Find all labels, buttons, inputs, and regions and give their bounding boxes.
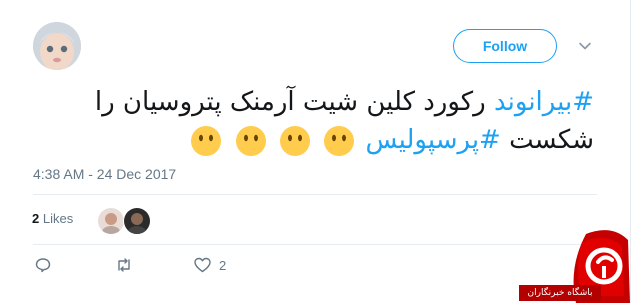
tweet-text-word: شکست	[500, 125, 594, 155]
chevron-down-icon[interactable]	[577, 38, 593, 54]
tweet-text: #بیرانوند رکورد کلین شیت آرمنک پتروسیان …	[40, 83, 594, 160]
smiling-face-emoji	[235, 126, 266, 156]
follow-button[interactable]: Follow	[453, 29, 557, 63]
likes-number: 2	[32, 211, 40, 226]
smiling-face-emoji	[191, 126, 222, 156]
author-avatar[interactable]	[33, 22, 81, 70]
emoji-row	[188, 122, 357, 160]
hashtag-link-1[interactable]: #بیرانوند	[494, 87, 594, 117]
hashtag-link-2[interactable]: #پرسپولیس	[366, 125, 501, 155]
reply-icon	[35, 258, 51, 273]
like-button[interactable]: 2	[194, 257, 226, 273]
smiling-face-emoji	[279, 126, 310, 156]
liker-avatar[interactable]	[97, 207, 125, 235]
tweet-timestamp[interactable]: 4:38 AM - 24 Dec 2017	[33, 166, 176, 182]
reply-button[interactable]	[35, 257, 51, 273]
divider	[33, 194, 597, 195]
tweet-card: Follow #بیرانوند رکورد کلین شیت آرمنک پت…	[0, 0, 634, 303]
tweet-text-line1: #بیرانوند رکورد کلین شیت آرمنک پتروسیان …	[40, 83, 594, 121]
like-count: 2	[219, 257, 227, 273]
retweet-button[interactable]	[115, 257, 133, 273]
liker-avatar[interactable]	[123, 207, 151, 235]
tweet-text-line2: شکست #پرسپولیس	[40, 121, 594, 160]
watermark-label: باشگاه خبرنگاران	[519, 285, 601, 301]
divider	[33, 244, 597, 245]
tweet-text-body: رکورد کلین شیت آرمنک پتروسیان را	[94, 87, 494, 117]
likes-label: Likes	[42, 211, 74, 226]
likes-count[interactable]: 2 Likes	[32, 211, 73, 226]
smiling-face-emoji	[324, 126, 355, 156]
heart-icon	[194, 257, 211, 273]
retweet-icon	[118, 258, 130, 272]
